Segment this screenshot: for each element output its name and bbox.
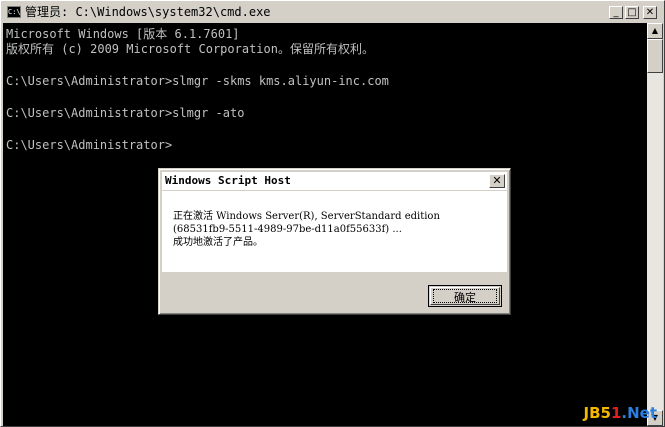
console-line: C:\Users\Administrator>slmgr -ato [6, 106, 245, 120]
dialog-message-line: 正在激活 Windows Server(R), ServerStandard e… [173, 211, 440, 222]
script-host-dialog: Windows Script Host ✕ 正在激活 Windows Serve… [158, 168, 511, 315]
window-title: 管理员: C:\Windows\system32\cmd.exe [25, 5, 271, 19]
console-line: Microsoft Windows [版本 6.1.7601] [6, 27, 240, 41]
dialog-message-line: (68531fb9-5511-4989-97be-d11a0f55633f) .… [173, 224, 402, 235]
dialog-title-bar[interactable]: Windows Script Host ✕ [162, 172, 507, 190]
watermark-logo: JB51.Net [584, 404, 658, 422]
dialog-message-area: 正在激活 Windows Server(R), ServerStandard e… [162, 191, 507, 272]
watermark-part: .Net [621, 404, 657, 422]
close-button[interactable]: ✕ [643, 6, 657, 19]
watermark-part: JB5 [583, 404, 611, 422]
watermark-part: 1 [610, 404, 622, 422]
ok-button-label: 确定 [454, 291, 476, 304]
ok-button[interactable]: 确定 [428, 285, 502, 307]
vertical-scrollbar[interactable]: ▲ ▼ [647, 23, 663, 426]
maximize-button[interactable]: □ [625, 6, 639, 19]
minimize-button[interactable]: _ [609, 6, 623, 19]
console-line: 版权所有 (c) 2009 Microsoft Corporation。保留所有… [6, 42, 374, 56]
cmd-app-icon[interactable]: C:\ [7, 6, 21, 18]
dialog-message-line: 成功地激活了产品。 [173, 237, 263, 248]
scroll-thumb[interactable] [647, 39, 663, 73]
dialog-title: Windows Script Host [165, 174, 291, 187]
title-bar[interactable]: C:\ 管理员: C:\Windows\system32\cmd.exe _ □… [3, 3, 662, 22]
dialog-close-button[interactable]: ✕ [489, 174, 505, 188]
console-line: C:\Users\Administrator>slmgr -skms kms.a… [6, 74, 389, 88]
console-prompt: C:\Users\Administrator> [6, 138, 173, 152]
scroll-up-arrow-icon[interactable]: ▲ [647, 23, 663, 39]
